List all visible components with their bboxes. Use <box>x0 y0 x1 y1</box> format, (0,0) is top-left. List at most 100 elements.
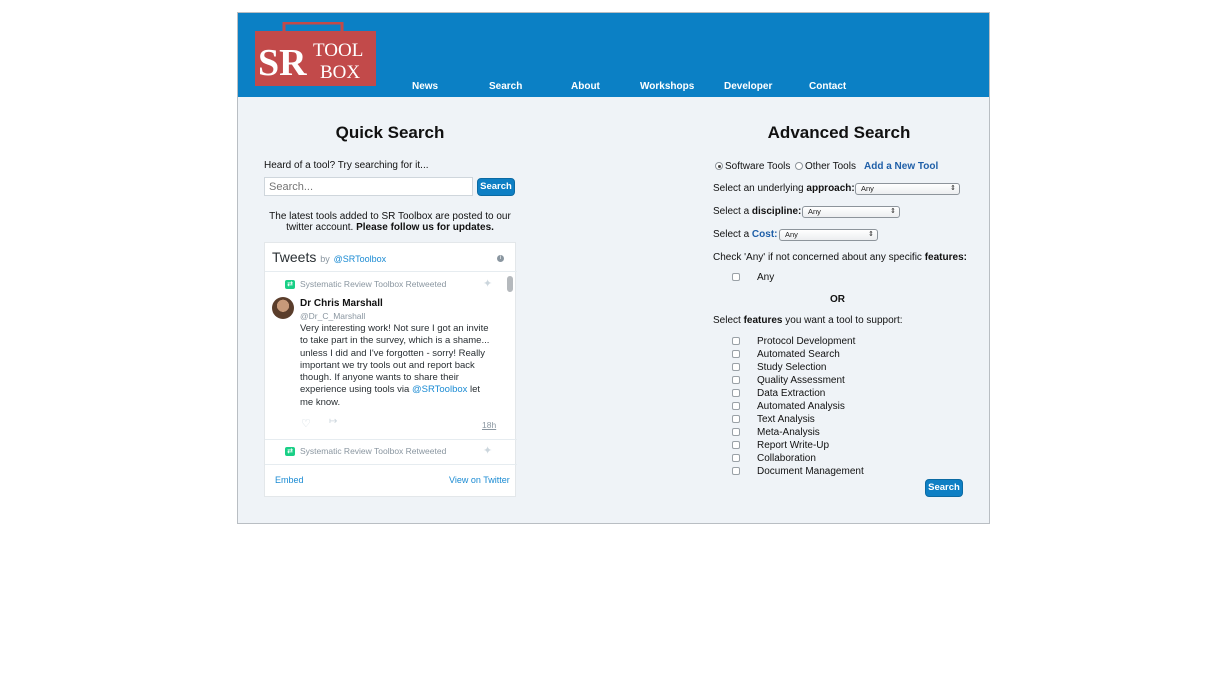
feature-checkbox[interactable] <box>732 389 740 397</box>
chevron-updown-icon: ⇕ <box>890 208 896 215</box>
tweet-line: unless I did and I've forgotten - sorry!… <box>300 347 486 359</box>
tweet-line: though. If anyone wants to share their <box>300 372 459 384</box>
discipline-label-bold: discipline: <box>751 206 802 217</box>
quick-search-button[interactable]: Search <box>477 178 515 196</box>
feature-label: Report Write-Up <box>757 440 830 451</box>
feature-checkbox[interactable] <box>732 402 740 410</box>
divider <box>265 439 517 440</box>
info-icon[interactable]: i <box>497 255 504 262</box>
page-frame: SR TOOL BOX News Search About Workshops … <box>237 12 990 524</box>
feature-label: Automated Search <box>757 349 840 360</box>
tweet-author[interactable]: Dr Chris Marshall <box>300 298 383 309</box>
feature-checkbox[interactable] <box>732 454 740 462</box>
any-note-bold: features: <box>924 252 967 263</box>
advanced-search-title: Advanced Search <box>767 123 911 142</box>
any-features-note: Check 'Any' if not concerned about any s… <box>713 252 967 263</box>
twitter-timeline: Tweets by @SRToolbox i ⇄ Systematic Revi… <box>264 242 517 497</box>
tweet-line: important we try tools out and report ba… <box>300 359 475 371</box>
retweet-icon: ⇄ <box>285 447 295 456</box>
radio-software-tools[interactable] <box>715 162 723 170</box>
nav-workshops[interactable]: Workshops <box>640 81 694 92</box>
view-on-twitter-link[interactable]: View on Twitter <box>449 475 510 485</box>
feature-checkbox[interactable] <box>732 428 740 436</box>
twitter-notice: The latest tools added to SR Toolbox are… <box>264 211 516 233</box>
feature-checkbox[interactable] <box>732 376 740 384</box>
feature-label: Protocol Development <box>757 336 856 347</box>
twitter-bird-icon[interactable]: ✦ <box>483 277 492 290</box>
tweets-title: Tweets <box>272 249 317 265</box>
feature-label: Meta-Analysis <box>757 427 820 438</box>
quick-search-title: Quick Search <box>335 123 445 142</box>
tweets-handle[interactable]: @SRToolbox <box>334 254 387 264</box>
site-header: SR TOOL BOX News Search About Workshops … <box>238 13 989 97</box>
any-label: Any <box>757 272 775 283</box>
radio-other-tools[interactable] <box>795 162 803 170</box>
tweets-heading: Tweets by @SRToolbox <box>272 249 386 265</box>
like-icon[interactable]: ♡ <box>301 417 311 430</box>
or-separator: OR <box>830 294 845 305</box>
feature-checkbox[interactable] <box>732 441 740 449</box>
feature-checkbox[interactable] <box>732 467 740 475</box>
nav-search[interactable]: Search <box>489 81 522 92</box>
any-note-text: Check 'Any' if not concerned about any s… <box>713 252 925 263</box>
feature-label: Document Management <box>757 466 864 477</box>
feature-checkbox[interactable] <box>732 350 740 358</box>
quick-search-input[interactable] <box>264 177 473 196</box>
tweet-body: Very interesting work! Not sure I got an… <box>300 323 489 409</box>
twitter-bird-icon[interactable]: ✦ <box>483 444 492 457</box>
nav-about[interactable]: About <box>571 81 600 92</box>
discipline-select[interactable]: Any ⇕ <box>802 206 900 218</box>
approach-select[interactable]: Any ⇕ <box>855 183 960 195</box>
retweet-label: Systematic Review Toolbox Retweeted <box>300 446 447 456</box>
chevron-updown-icon: ⇕ <box>950 185 956 192</box>
nav-developer[interactable]: Developer <box>724 81 772 92</box>
approach-label: Select an underlying approach: <box>713 183 855 194</box>
features-note-text: you want a tool to support: <box>782 315 903 326</box>
notice-line-2a: twitter account. <box>286 222 357 233</box>
notice-line-1: The latest tools added to SR Toolbox are… <box>269 211 511 222</box>
share-icon[interactable]: ↦ <box>329 416 337 427</box>
feature-checkbox[interactable] <box>732 363 740 371</box>
features-note: Select features you want a tool to suppo… <box>713 315 903 326</box>
cost-value: Any <box>785 230 798 239</box>
advanced-search-button[interactable]: Search <box>925 479 963 497</box>
cost-label-link[interactable]: Cost: <box>752 229 778 240</box>
divider <box>265 464 517 465</box>
tweet-time[interactable]: 18h <box>482 420 496 430</box>
notice-line-2: twitter account. Please follow us for up… <box>264 222 516 233</box>
feature-label: Study Selection <box>757 362 827 373</box>
feature-label: Collaboration <box>757 453 816 464</box>
retweet-label: Systematic Review Toolbox Retweeted <box>300 279 447 289</box>
feature-checkbox[interactable] <box>732 337 740 345</box>
nav-contact[interactable]: Contact <box>809 81 846 92</box>
nav-news[interactable]: News <box>412 81 438 92</box>
discipline-label-text: Select a <box>713 206 752 217</box>
embed-link[interactable]: Embed <box>275 475 304 485</box>
feature-label: Data Extraction <box>757 388 826 399</box>
discipline-label: Select a discipline: <box>713 206 801 217</box>
quick-search-prompt: Heard of a tool? Try searching for it... <box>264 160 429 171</box>
tweet-line: me know. <box>300 396 341 408</box>
add-new-tool-link[interactable]: Add a New Tool <box>864 161 938 172</box>
tweet-mention-link[interactable]: @SRToolbox <box>412 384 467 395</box>
radio-other-label: Other Tools <box>805 161 856 172</box>
avatar[interactable] <box>272 297 294 319</box>
radio-software-label: Software Tools <box>725 161 791 172</box>
feature-label: Quality Assessment <box>757 375 845 386</box>
tweet-line: experience using tools via @SRToolbox le… <box>300 384 489 396</box>
notice-follow: Please follow us for updates. <box>356 222 494 233</box>
tweet-author-handle[interactable]: @Dr_C_Marshall <box>300 311 365 321</box>
retweet-icon: ⇄ <box>285 280 295 289</box>
scrollbar[interactable] <box>507 276 513 292</box>
svg-text:TOOL: TOOL <box>313 40 363 61</box>
approach-label-text: Select an underlying <box>713 183 807 194</box>
discipline-value: Any <box>808 207 821 216</box>
features-note-bold: features <box>743 315 783 326</box>
features-note-text: Select <box>713 315 744 326</box>
feature-checkbox[interactable] <box>732 415 740 423</box>
cost-select[interactable]: Any ⇕ <box>779 229 878 241</box>
sr-toolbox-logo[interactable]: SR TOOL BOX <box>254 22 377 86</box>
any-checkbox[interactable] <box>732 273 740 281</box>
feature-label: Text Analysis <box>757 414 815 425</box>
feature-label: Automated Analysis <box>757 401 845 412</box>
